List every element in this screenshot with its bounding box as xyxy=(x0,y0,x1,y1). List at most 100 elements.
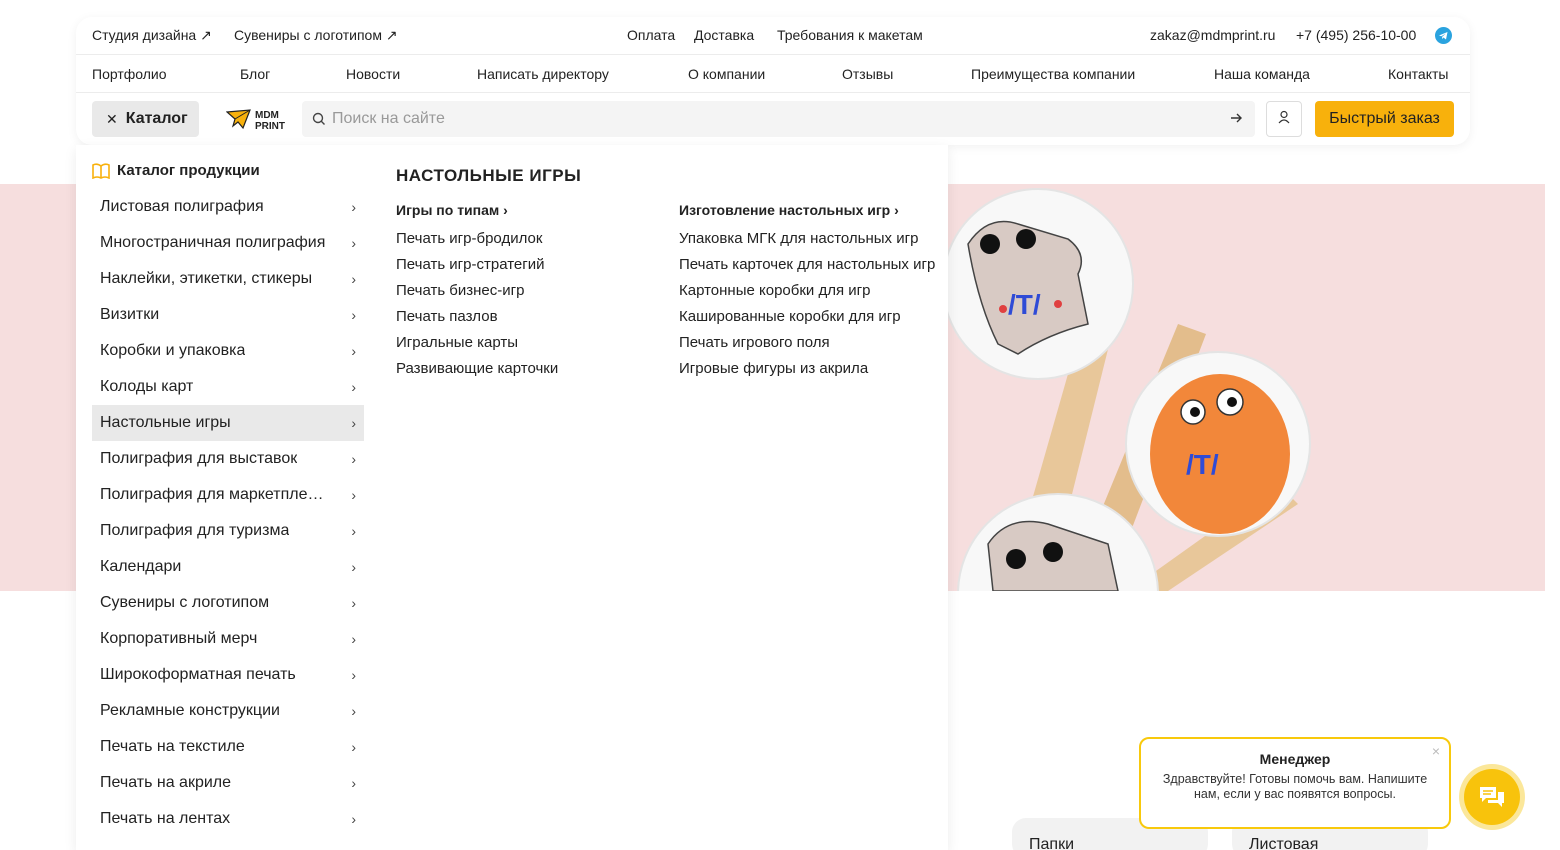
catalog-item-label: Настольные игры xyxy=(100,414,231,431)
layout-requirements-link[interactable]: Требования к макетам xyxy=(777,27,923,43)
main-nav: Портфолио Блог Новости Написать директор… xyxy=(76,55,1470,93)
chevron-right-icon: › xyxy=(894,202,899,218)
chevron-right-icon: › xyxy=(351,379,356,395)
chat-popup: × Менеджер Здравствуйте! Готовы помочь в… xyxy=(1139,737,1451,829)
catalog-item[interactable]: Полиграфия для туризма › xyxy=(92,513,364,549)
subcategory-link[interactable]: Печать игрового поля xyxy=(679,333,939,353)
subcategory-column-types: Игры по типам › Печать игр-бродилок Печа… xyxy=(396,202,656,385)
chevron-right-icon: › xyxy=(351,271,356,287)
site-header: Студия дизайна ↗ Сувениры с логотипом ↗ … xyxy=(76,17,1470,145)
nav-reviews[interactable]: Отзывы xyxy=(842,66,893,82)
catalog-item-label: Календари xyxy=(100,558,182,575)
subcategory-link[interactable]: Упаковка МГК для настольных игр xyxy=(679,229,939,249)
chevron-right-icon: › xyxy=(351,235,356,251)
search-box xyxy=(302,101,1255,137)
catalog-item-label: Печать на текстиле xyxy=(100,738,245,755)
catalog-item[interactable]: Широкоформатная печать › xyxy=(92,657,364,693)
catalog-item[interactable]: Полиграфия для выставок › xyxy=(92,441,364,477)
catalog-item-label: Печать на акриле xyxy=(100,774,232,791)
catalog-item-label: Листовая полиграфия xyxy=(100,198,264,215)
catalog-dropdown: Каталог продукции Листовая полиграфия › Мн… xyxy=(76,145,948,850)
search-icon xyxy=(312,112,326,131)
design-studio-link[interactable]: Студия дизайна ↗ xyxy=(92,27,212,44)
catalog-item[interactable]: Колоды карт › xyxy=(92,369,364,405)
subcategory-heading[interactable]: Игры по типам › xyxy=(396,202,656,218)
account-button[interactable] xyxy=(1266,101,1302,137)
chevron-right-icon: › xyxy=(351,451,356,467)
catalog-item-label: Полиграфия для маркетплейсов xyxy=(100,486,332,503)
catalog-title-label: Каталог продукции xyxy=(117,162,260,179)
subcategory-link[interactable]: Печать пазлов xyxy=(396,307,656,327)
catalog-item[interactable]: Визитки › xyxy=(92,297,364,333)
chevron-right-icon: › xyxy=(351,703,356,719)
chevron-right-icon: › xyxy=(351,199,356,215)
catalog-item[interactable]: Сувениры с логотипом › xyxy=(92,585,364,621)
chat-message: Здравствуйте! Готовы помочь вам. Напишит… xyxy=(1162,772,1428,801)
arrow-right-icon[interactable] xyxy=(1229,111,1243,130)
chat-button[interactable] xyxy=(1459,764,1525,830)
nav-advantages[interactable]: Преимущества компании xyxy=(971,66,1135,82)
chevron-right-icon: › xyxy=(503,202,508,218)
delivery-link[interactable]: Доставка xyxy=(694,27,754,43)
souvenirs-link[interactable]: Сувениры с логотипом ↗ xyxy=(234,27,398,44)
subcategory-link[interactable]: Игральные карты xyxy=(396,333,656,353)
user-icon xyxy=(1277,110,1291,129)
catalog-item[interactable]: Настольные игры › xyxy=(92,405,364,441)
svg-text:/T/: /T/ xyxy=(1186,449,1219,480)
catalog-item-label: Полиграфия для выставок xyxy=(100,450,298,467)
nav-news[interactable]: Новости xyxy=(346,66,400,82)
subcategory-link[interactable]: Печать игр-бродилок xyxy=(396,229,656,249)
catalog-item[interactable]: Календари › xyxy=(92,549,364,585)
chat-icon xyxy=(1480,787,1504,807)
search-input[interactable] xyxy=(332,101,1212,137)
quick-order-button[interactable]: Быстрый заказ xyxy=(1315,101,1454,137)
catalog-item-label: Полиграфия для туризма xyxy=(100,522,290,539)
nav-write-director[interactable]: Написать директору xyxy=(477,66,609,82)
catalog-item[interactable]: Корпоративный мерч › xyxy=(92,621,364,657)
catalog-item[interactable]: Печать на акриле › xyxy=(92,765,364,801)
nav-about[interactable]: О компании xyxy=(688,66,765,82)
catalog-item-label: Корпоративный мерч xyxy=(100,630,258,647)
chevron-right-icon: › xyxy=(351,559,356,575)
close-icon: ✕ xyxy=(106,110,118,127)
catalog-item[interactable]: Коробки и упаковка › xyxy=(92,333,364,369)
catalog-item-label: Широкоформатная печать xyxy=(100,666,296,683)
payment-link[interactable]: Оплата xyxy=(627,27,675,43)
chevron-right-icon: › xyxy=(351,739,356,755)
catalog-item[interactable]: Полиграфия для маркетплейсов › xyxy=(92,477,364,513)
catalog-item[interactable]: Наклейки, этикетки, стикеры › xyxy=(92,261,364,297)
nav-portfolio[interactable]: Портфолио xyxy=(92,66,167,82)
catalog-item[interactable]: Листовая полиграфия › xyxy=(92,189,364,225)
category-card-label: Листовая xyxy=(1249,836,1319,850)
close-icon[interactable]: × xyxy=(1432,743,1440,759)
hero-image: /T/ /T/ xyxy=(948,184,1545,591)
catalog-item[interactable]: Многостраничная полиграфия › xyxy=(92,225,364,261)
site-logo[interactable]: MDM PRINT xyxy=(225,107,286,132)
chevron-right-icon: › xyxy=(351,415,356,431)
catalog-item-label: Многостраничная полиграфия xyxy=(100,234,326,251)
chevron-right-icon: › xyxy=(351,307,356,323)
subcategory-link[interactable]: Игровые фигуры из акрила xyxy=(679,359,939,379)
nav-team[interactable]: Наша команда xyxy=(1214,66,1310,82)
telegram-icon[interactable] xyxy=(1435,27,1452,47)
subcategory-link[interactable]: Картонные коробки для игр xyxy=(679,281,939,301)
catalog-item[interactable]: Печать на лентах › xyxy=(92,801,364,837)
top-bar: Студия дизайна ↗ Сувениры с логотипом ↗ … xyxy=(76,17,1470,55)
phone-link[interactable]: +7 (495) 256-10-00 xyxy=(1296,27,1416,43)
nav-blog[interactable]: Блог xyxy=(240,66,270,82)
catalog-button[interactable]: ✕ Каталог xyxy=(92,101,199,137)
subcategory-link[interactable]: Развивающие карточки xyxy=(396,359,656,379)
catalog-item[interactable]: Печать на текстиле › xyxy=(92,729,364,765)
email-link[interactable]: zakaz@mdmprint.ru xyxy=(1150,27,1275,43)
subcategory-link[interactable]: Печать игр-стратегий xyxy=(396,255,656,275)
nav-contacts[interactable]: Контакты xyxy=(1388,66,1448,82)
catalog-item-label: Рекламные конструкции xyxy=(100,702,280,719)
subcategory-heading[interactable]: Изготовление настольных игр › xyxy=(679,202,939,218)
subcategory-link[interactable]: Печать бизнес-игр xyxy=(396,281,656,301)
catalog-item[interactable]: Рекламные конструкции › xyxy=(92,693,364,729)
catalog-item-label: Коробки и упаковка xyxy=(100,342,246,359)
catalog-button-label: Каталог xyxy=(125,110,188,127)
category-card-label: Папки xyxy=(1029,836,1074,850)
subcategory-link[interactable]: Печать карточек для настольных игр xyxy=(679,255,939,275)
subcategory-link[interactable]: Кашированные коробки для игр xyxy=(679,307,939,327)
